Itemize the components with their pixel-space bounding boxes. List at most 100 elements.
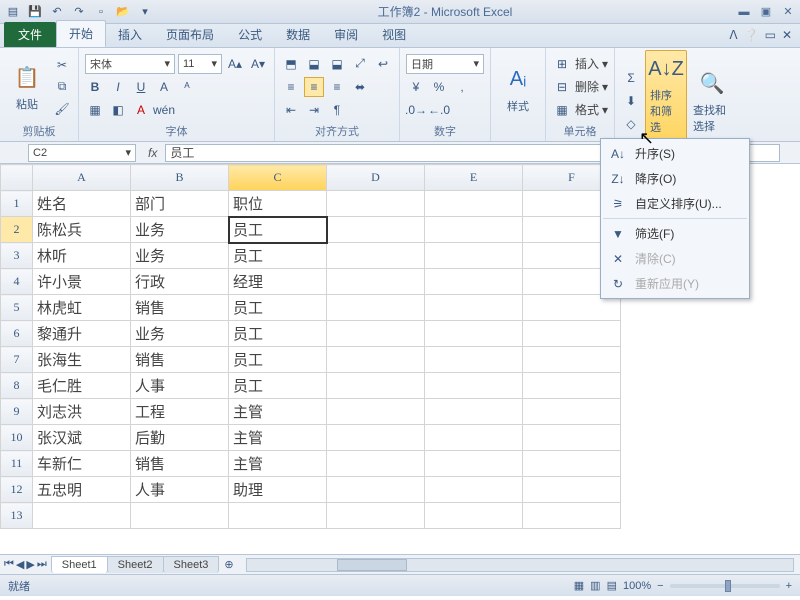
font-shrink-icon[interactable]: ᴬ xyxy=(177,77,197,97)
menu-custom-sort[interactable]: ⚞自定义排序(U)... xyxy=(603,191,747,216)
zoom-knob[interactable] xyxy=(725,580,731,592)
underline-icon[interactable]: U xyxy=(131,77,151,97)
delete-cells-button[interactable]: ⊟删除▾ xyxy=(552,77,608,97)
increase-indent-icon[interactable]: ⇥ xyxy=(304,100,324,120)
row-header-5[interactable]: 5 xyxy=(1,295,33,321)
insert-cells-button[interactable]: ⊞插入▾ xyxy=(552,54,608,74)
align-center-icon[interactable]: ≡ xyxy=(304,77,324,97)
align-top-icon[interactable]: ⬒ xyxy=(281,54,301,74)
cell-D13[interactable] xyxy=(327,503,425,529)
cell-E13[interactable] xyxy=(425,503,523,529)
cut-icon[interactable]: ✂ xyxy=(52,55,72,75)
cell-B1[interactable]: 部门 xyxy=(131,191,229,217)
cell-D2[interactable] xyxy=(327,217,425,243)
zoom-slider[interactable] xyxy=(670,584,780,588)
redo-icon[interactable]: ↷ xyxy=(70,3,88,21)
sort-filter-button[interactable]: A↓Z 排序和筛选 ▾ xyxy=(645,50,687,151)
cell-C6[interactable]: 员工 xyxy=(229,321,327,347)
cell-F6[interactable] xyxy=(523,321,621,347)
cell-D9[interactable] xyxy=(327,399,425,425)
row-header-11[interactable]: 11 xyxy=(1,451,33,477)
cell-C2[interactable]: 员工 xyxy=(229,217,327,243)
row-header-1[interactable]: 1 xyxy=(1,191,33,217)
row-header-12[interactable]: 12 xyxy=(1,477,33,503)
tab-formulas[interactable]: 公式 xyxy=(226,22,274,47)
italic-icon[interactable]: I xyxy=(108,77,128,97)
cell-E6[interactable] xyxy=(425,321,523,347)
column-header-C[interactable]: C xyxy=(229,165,327,191)
cell-A3[interactable]: 林听 xyxy=(33,243,131,269)
cell-E5[interactable] xyxy=(425,295,523,321)
cell-A2[interactable]: 陈松兵 xyxy=(33,217,131,243)
cell-C11[interactable]: 主管 xyxy=(229,451,327,477)
cell-B10[interactable]: 后勤 xyxy=(131,425,229,451)
cell-B5[interactable]: 销售 xyxy=(131,295,229,321)
cell-C5[interactable]: 员工 xyxy=(229,295,327,321)
row-header-4[interactable]: 4 xyxy=(1,269,33,295)
find-select-button[interactable]: 🔍 查找和选择 xyxy=(691,66,733,136)
row-header-13[interactable]: 13 xyxy=(1,503,33,529)
new-sheet-icon[interactable]: ⊕ xyxy=(218,558,239,571)
tab-data[interactable]: 数据 xyxy=(274,22,322,47)
qat-more-icon[interactable]: ▾ xyxy=(136,3,154,21)
cell-F8[interactable] xyxy=(523,373,621,399)
view-layout-icon[interactable]: ▥ xyxy=(590,579,600,592)
cell-B3[interactable]: 业务 xyxy=(131,243,229,269)
merge-icon[interactable]: ⬌ xyxy=(350,77,370,97)
tab-view[interactable]: 视图 xyxy=(370,22,418,47)
scrollbar-thumb[interactable] xyxy=(337,559,407,571)
sheet-tab-1[interactable]: Sheet1 xyxy=(51,556,108,573)
cell-B2[interactable]: 业务 xyxy=(131,217,229,243)
close-icon[interactable]: ✕ xyxy=(780,5,796,19)
cell-E1[interactable] xyxy=(425,191,523,217)
align-middle-icon[interactable]: ⬓ xyxy=(304,54,324,74)
sheet-prev-icon[interactable]: ◀ xyxy=(16,558,24,571)
cell-C4[interactable]: 经理 xyxy=(229,269,327,295)
sheet-last-icon[interactable]: ⏭ xyxy=(37,558,47,571)
cell-A11[interactable]: 车新仁 xyxy=(33,451,131,477)
cell-E4[interactable] xyxy=(425,269,523,295)
help-icon[interactable]: ❔ xyxy=(744,28,759,42)
menu-filter[interactable]: ▼筛选(F) xyxy=(603,221,747,246)
font-color-icon[interactable]: A xyxy=(131,100,151,120)
cell-F11[interactable] xyxy=(523,451,621,477)
fill-icon[interactable]: ⬇ xyxy=(621,91,641,111)
cell-C1[interactable]: 职位 xyxy=(229,191,327,217)
new-icon[interactable]: ▫ xyxy=(92,3,110,21)
number-format-dropdown[interactable]: 日期▾ xyxy=(406,54,484,74)
align-right-icon[interactable]: ≡ xyxy=(327,77,347,97)
wrap-text-icon[interactable]: ↩ xyxy=(373,54,393,74)
column-header-A[interactable]: A xyxy=(33,165,131,191)
cell-D3[interactable] xyxy=(327,243,425,269)
sheet-tab-2[interactable]: Sheet2 xyxy=(107,556,164,573)
autosum-icon[interactable]: Σ xyxy=(621,68,641,88)
save-icon[interactable]: 💾 xyxy=(26,3,44,21)
open-icon[interactable]: 📂 xyxy=(114,3,132,21)
bold-icon[interactable]: B xyxy=(85,77,105,97)
tab-file[interactable]: 文件 xyxy=(4,22,56,47)
cell-C13[interactable] xyxy=(229,503,327,529)
cell-D10[interactable] xyxy=(327,425,425,451)
cell-A8[interactable]: 毛仁胜 xyxy=(33,373,131,399)
orientation-icon[interactable]: ⤢ xyxy=(350,54,370,74)
cell-F12[interactable] xyxy=(523,477,621,503)
menu-sort-asc[interactable]: A↓升序(S) xyxy=(603,141,747,166)
tab-insert[interactable]: 插入 xyxy=(106,22,154,47)
zoom-level[interactable]: 100% xyxy=(623,580,651,592)
restore-icon[interactable]: ▣ xyxy=(758,5,774,19)
column-header-B[interactable]: B xyxy=(131,165,229,191)
cell-E7[interactable] xyxy=(425,347,523,373)
tab-home[interactable]: 开始 xyxy=(56,20,106,47)
phonetic-icon[interactable]: wén xyxy=(154,100,174,120)
cell-A13[interactable] xyxy=(33,503,131,529)
cell-E2[interactable] xyxy=(425,217,523,243)
sheet-tab-3[interactable]: Sheet3 xyxy=(163,556,220,573)
cell-A10[interactable]: 张汉斌 xyxy=(33,425,131,451)
cell-A9[interactable]: 刘志洪 xyxy=(33,399,131,425)
cell-D12[interactable] xyxy=(327,477,425,503)
align-bottom-icon[interactable]: ⬓ xyxy=(327,54,347,74)
cell-B7[interactable]: 销售 xyxy=(131,347,229,373)
decrease-indent-icon[interactable]: ⇤ xyxy=(281,100,301,120)
sheet-first-icon[interactable]: ⏮ xyxy=(4,558,14,571)
ribbon-close-icon[interactable]: ✕ xyxy=(782,28,792,42)
